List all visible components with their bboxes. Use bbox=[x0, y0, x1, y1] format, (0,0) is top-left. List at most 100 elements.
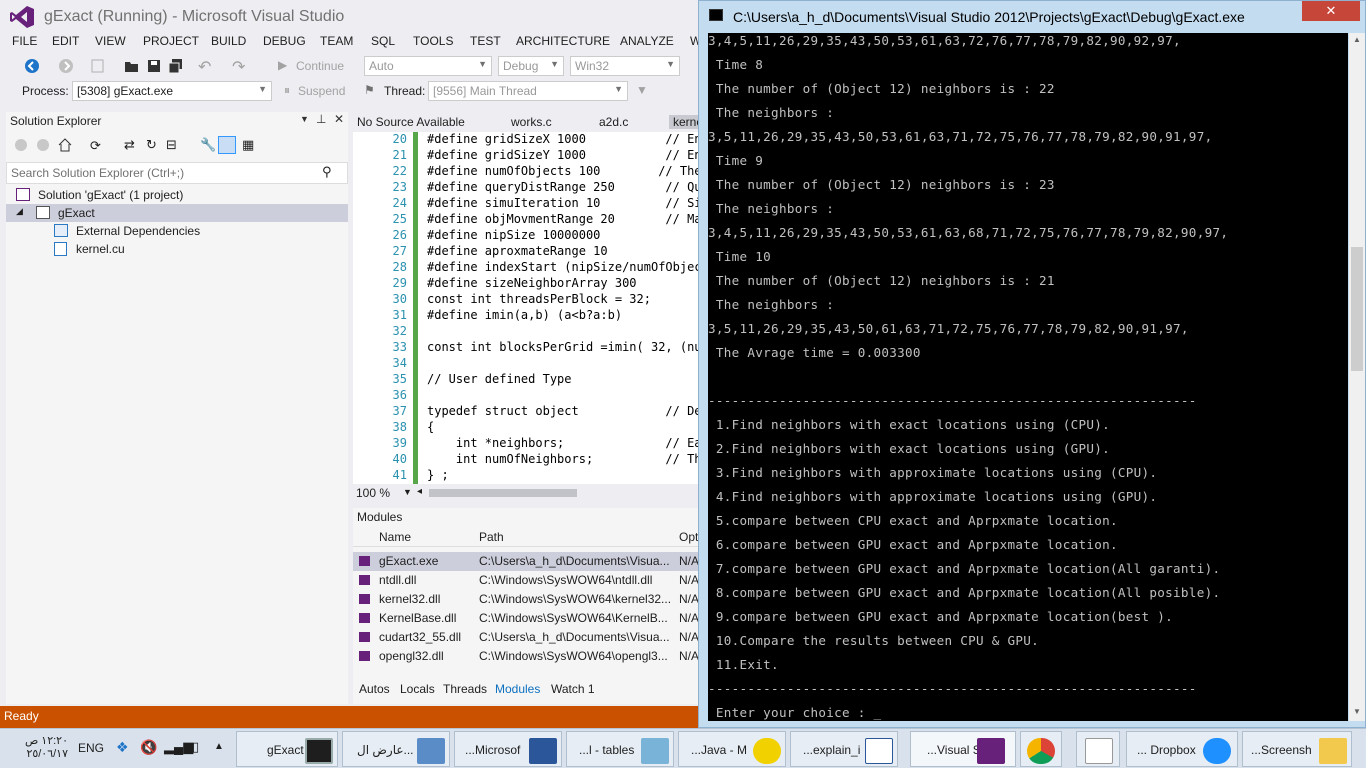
history-icon[interactable]: ⟳ bbox=[90, 138, 101, 154]
pin-icon[interactable]: ⊥ bbox=[316, 112, 326, 126]
tab-modules[interactable]: Modules bbox=[495, 682, 540, 696]
code-line[interactable]: typedef struct object // Def bbox=[427, 404, 700, 418]
properties-icon[interactable]: 🔧 bbox=[200, 137, 216, 153]
tab-autos[interactable]: Autos bbox=[359, 682, 390, 696]
show-hidden-icons[interactable]: ▲ bbox=[214, 741, 224, 752]
configuration-combo[interactable]: Debug ▼ bbox=[498, 56, 564, 76]
tab-no-source[interactable]: No Source Available bbox=[357, 115, 465, 129]
zoom-level[interactable]: 100 % bbox=[356, 486, 390, 500]
undo-icon[interactable]: ↶ bbox=[198, 57, 211, 77]
dropdown-icon[interactable]: ▼ bbox=[300, 114, 309, 124]
taskbar-button-dropbox[interactable]: ... Dropbox bbox=[1126, 731, 1238, 767]
scrollbar-thumb[interactable] bbox=[1351, 247, 1363, 371]
menu-file[interactable]: FILE bbox=[12, 34, 37, 48]
close-button[interactable]: ✕ bbox=[1302, 1, 1360, 21]
taskbar-button-tables[interactable]: ...l - tables bbox=[566, 731, 674, 767]
table-row[interactable]: kernel32.dll C:\Windows\SysWOW64\kernel32… bbox=[353, 590, 700, 609]
taskbar-button-explain[interactable]: ...explain_i bbox=[790, 731, 898, 767]
solution-search-input[interactable]: Search Solution Explorer (Ctrl+;) bbox=[6, 162, 348, 184]
menu-team[interactable]: TEAM bbox=[320, 34, 353, 48]
scroll-left-icon[interactable]: ◂ bbox=[417, 486, 422, 497]
table-row[interactable]: ntdll.dll C:\Windows\SysWOW64\ntdll.dll N/… bbox=[353, 571, 700, 590]
home-icon[interactable] bbox=[58, 138, 72, 152]
column-header-path[interactable]: Path bbox=[479, 530, 504, 544]
menu-build[interactable]: BUILD bbox=[211, 34, 246, 48]
close-icon[interactable]: ✕ bbox=[334, 112, 344, 126]
code-line[interactable]: #define numOfObjects 100 // The bbox=[427, 164, 700, 178]
expand-arrow-icon[interactable]: ◢ bbox=[16, 206, 23, 217]
scroll-down-icon[interactable]: ▼ bbox=[1353, 707, 1361, 716]
view-class-diagram-icon[interactable]: ▦ bbox=[242, 137, 254, 153]
console-output[interactable]: 3,4,5,11,26,29,35,43,50,53,61,63,72,76,7… bbox=[708, 33, 1348, 721]
horizontal-scrollbar-thumb[interactable] bbox=[429, 489, 577, 497]
code-line[interactable]: #define imin(a,b) (a<b?a:b) bbox=[427, 308, 622, 322]
taskbar-button-java[interactable]: ...Java - M bbox=[678, 731, 786, 767]
code-line[interactable]: #define objMovmentRange 20 // Max bbox=[427, 212, 700, 226]
code-line[interactable]: #define simuIteration 10 // Sim bbox=[427, 196, 700, 210]
auto-combo[interactable]: Auto ▼ bbox=[364, 56, 492, 76]
back-icon[interactable] bbox=[24, 58, 40, 74]
new-project-icon[interactable] bbox=[90, 58, 106, 74]
tab-threads[interactable]: Threads bbox=[443, 682, 487, 696]
taskbar-button-photo-viewer[interactable]: عارض ال... bbox=[342, 731, 450, 767]
code-line[interactable]: // User defined Type bbox=[427, 372, 572, 386]
collapse-all-icon[interactable]: ⊟ bbox=[166, 137, 177, 153]
taskbar-button-word[interactable]: ...Microsof bbox=[454, 731, 562, 767]
thread-combo[interactable]: [9556] Main Thread ▼ bbox=[428, 81, 628, 101]
console-scrollbar[interactable]: ▲ ▼ bbox=[1349, 33, 1365, 721]
network-icon[interactable]: ▂▄▆ bbox=[164, 739, 193, 755]
menu-sql[interactable]: SQL bbox=[371, 34, 395, 48]
save-all-icon[interactable] bbox=[168, 58, 184, 74]
code-line[interactable]: #define aproxmateRange 10 bbox=[427, 244, 608, 258]
redo-icon[interactable]: ↷ bbox=[232, 57, 245, 77]
scroll-up-icon[interactable]: ▲ bbox=[1353, 35, 1361, 44]
taskbar-button-amazon[interactable] bbox=[1076, 731, 1120, 767]
code-line[interactable]: #define gridSizeX 1000 // Env bbox=[427, 132, 700, 146]
clock[interactable]: ١٢:٢٠ ص ٢٥/٠٦/١٧ bbox=[4, 735, 68, 761]
menu-tools[interactable]: TOOLS bbox=[413, 34, 453, 48]
taskbar-button-gexact[interactable]: gExact bbox=[236, 731, 338, 767]
back-icon[interactable] bbox=[14, 138, 28, 152]
menu-project[interactable]: PROJECT bbox=[143, 34, 199, 48]
taskbar-button-visual-studio[interactable]: ...Visual S bbox=[910, 731, 1016, 767]
code-line[interactable]: { bbox=[427, 420, 434, 434]
process-combo[interactable]: [5308] gExact.exe ▼ bbox=[72, 81, 272, 101]
code-area[interactable]: 20 #define gridSizeX 1000 // Env 21 #define… bbox=[353, 132, 700, 496]
code-line[interactable]: const int threadsPerBlock = 32; bbox=[427, 292, 651, 306]
tab-watch-1[interactable]: Watch 1 bbox=[551, 682, 595, 696]
taskbar-button-chrome[interactable] bbox=[1020, 731, 1062, 767]
code-line[interactable]: } ; bbox=[427, 468, 449, 482]
code-line[interactable]: int *neighbors; // Eac bbox=[427, 436, 700, 450]
menu-analyze[interactable]: ANALYZE bbox=[620, 34, 674, 48]
column-header-optimized[interactable]: Opt bbox=[679, 530, 698, 544]
language-indicator[interactable]: ENG bbox=[78, 741, 104, 755]
save-icon[interactable] bbox=[146, 58, 162, 74]
forward-icon[interactable] bbox=[58, 58, 74, 74]
platform-combo[interactable]: Win32 ▼ bbox=[570, 56, 680, 76]
code-line[interactable]: const int blocksPerGrid =imin( 32, (num bbox=[427, 340, 700, 354]
continue-button[interactable]: Continue bbox=[296, 59, 344, 73]
battery-icon[interactable]: ▯ bbox=[192, 739, 199, 755]
chevron-down-icon[interactable]: ▼ bbox=[403, 487, 412, 497]
show-all-files-icon[interactable] bbox=[218, 136, 236, 154]
table-row[interactable]: opengl32.dll C:\Windows\SysWOW64\opengl3.… bbox=[353, 647, 700, 666]
volume-muted-icon[interactable]: 🔇 bbox=[140, 739, 157, 756]
refresh-icon[interactable]: ↻ bbox=[146, 137, 157, 153]
code-line[interactable]: #define sizeNeighborArray 300 bbox=[427, 276, 637, 290]
tab-a2d-c[interactable]: a2d.c bbox=[599, 115, 628, 129]
menu-architecture[interactable]: ARCHITECTURE bbox=[516, 34, 610, 48]
code-line[interactable]: #define gridSizeY 1000 // Env bbox=[427, 148, 700, 162]
column-header-name[interactable]: Name bbox=[379, 530, 411, 544]
suspend-button[interactable]: Suspend bbox=[298, 84, 345, 98]
dropbox-tray-icon[interactable]: ❖ bbox=[116, 739, 129, 756]
menu-test[interactable]: TEST bbox=[470, 34, 501, 48]
forward-icon[interactable] bbox=[36, 138, 50, 152]
search-icon[interactable]: ⚲ bbox=[322, 164, 332, 180]
code-line[interactable]: #define queryDistRange 250 // Que bbox=[427, 180, 700, 194]
filter-icon[interactable]: ▼ bbox=[636, 83, 648, 97]
open-file-icon[interactable] bbox=[124, 58, 140, 74]
table-row[interactable]: cudart32_55.dll C:\Users\a_h_d\Documents\… bbox=[353, 628, 700, 647]
taskbar-button-screenshots[interactable]: ...Screensh bbox=[1242, 731, 1352, 767]
code-line[interactable]: #define nipSize 10000000 bbox=[427, 228, 600, 242]
menu-edit[interactable]: EDIT bbox=[52, 34, 79, 48]
